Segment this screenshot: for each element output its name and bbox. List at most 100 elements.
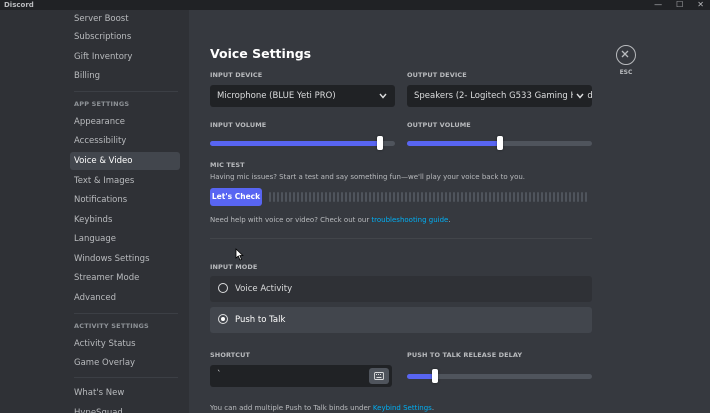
meter-bar [269,192,271,202]
meter-bar [565,192,567,202]
meter-bar [485,192,487,202]
meter-bar [545,192,547,202]
radio-label: Voice Activity [235,284,293,294]
meter-bar [437,192,439,202]
meter-bar [409,192,411,202]
sidebar-item-game-overlay[interactable]: Game Overlay [70,354,180,372]
meter-bar [577,192,579,202]
meter-bar [497,192,499,202]
input-volume-label: INPUT VOLUME [210,121,267,129]
sidebar-item-hypesquad[interactable]: HypeSquad [70,404,180,413]
sidebar-divider [74,313,178,314]
slider-handle[interactable] [431,369,438,383]
ptt-release-delay-label: PUSH TO TALK RELEASE DELAY [407,351,523,359]
meter-bar [349,192,351,202]
input-device-select[interactable]: Microphone (BLUE Yeti PRO) [210,85,395,107]
meter-bar [317,192,319,202]
esc-label: ESC [619,69,633,76]
sidebar-item-windows-settings[interactable]: Windows Settings [70,250,180,268]
sidebar-item-streamer-mode[interactable]: Streamer Mode [70,269,180,287]
lets-check-button[interactable]: Let's Check [210,188,262,206]
meter-bar [461,192,463,202]
keybind-hint-suffix: . [431,404,435,412]
sidebar-item-keybinds[interactable]: Keybinds [70,211,180,229]
meter-bar [373,192,375,202]
output-volume-label: OUTPUT VOLUME [407,121,471,129]
mouse-cursor-icon [235,248,244,261]
activity-settings-header: ACTIVITY SETTINGS [74,322,149,330]
input-mode-push-to-talk[interactable]: Push to Talk [210,307,592,333]
meter-bar [585,192,587,202]
chevron-down-icon [573,85,587,107]
meter-bar [345,192,347,202]
meter-bar [529,192,531,202]
input-mode-voice-activity[interactable]: Voice Activity [210,276,592,302]
sidebar-item-appearance[interactable]: Appearance [70,113,180,131]
meter-bar [397,192,399,202]
input-mode-label: INPUT MODE [210,263,258,271]
meter-bar [289,192,291,202]
sidebar-item-voice-video[interactable]: Voice & Video [70,152,180,170]
output-device-label: OUTPUT DEVICE [407,71,467,79]
shortcut-input[interactable]: ` [210,365,392,387]
sidebar-item-gift-inventory[interactable]: Gift Inventory [70,48,180,66]
radio-button[interactable] [218,314,228,324]
sidebar-item-whats-new[interactable]: What's New [70,384,180,402]
window-controls: — ☐ ✕ [654,0,704,10]
troubleshooting-guide-link[interactable]: troubleshooting guide [371,216,448,224]
meter-bar [501,192,503,202]
meter-bar [273,192,275,202]
settings-sidebar: Server Boost Subscriptions Gift Inventor… [0,10,189,413]
slider-handle[interactable] [496,136,503,150]
mic-level-meter [269,192,591,202]
meter-bar [417,192,419,202]
close-icon[interactable] [616,45,636,65]
meter-bar [333,192,335,202]
esc-button[interactable]: ESC [615,45,637,76]
meter-bar [493,192,495,202]
meter-bar [369,192,371,202]
voice-settings-panel: Voice Settings INPUT DEVICE OUTPUT DEVIC… [189,10,710,413]
input-volume-slider[interactable] [210,136,395,150]
meter-bar [309,192,311,202]
sidebar-item-notifications[interactable]: Notifications [70,191,180,209]
output-volume-slider[interactable] [407,136,592,150]
sidebar-item-advanced[interactable]: Advanced [70,289,180,307]
sidebar-divider [74,91,178,92]
meter-bar [513,192,515,202]
meter-bar [361,192,363,202]
help-text-prefix: Need help with voice or video? Check out… [210,216,372,224]
sidebar-item-billing[interactable]: Billing [70,67,180,85]
input-device-value: Microphone (BLUE Yeti PRO) [217,91,336,101]
meter-bar [573,192,575,202]
meter-bar [553,192,555,202]
sidebar-item-subscriptions[interactable]: Subscriptions [70,28,180,46]
slider-fill [210,141,381,146]
ptt-release-delay-slider[interactable] [407,369,592,383]
meter-bar [381,192,383,202]
sidebar-item-activity-status[interactable]: Activity Status [70,335,180,353]
keybind-settings-link[interactable]: Keybind Settings [373,404,432,412]
sidebar-item-server-boost[interactable]: Server Boost [70,10,180,28]
mic-test-description: Having mic issues? Start a test and say … [210,173,526,181]
mic-test-label: MIC TEST [210,161,245,169]
page-title: Voice Settings [210,46,312,61]
meter-bar [445,192,447,202]
keybind-hint-prefix: You can add multiple Push to Talk binds … [210,404,373,412]
minimize-icon[interactable]: — [654,0,662,10]
sidebar-item-text-images[interactable]: Text & Images [70,172,180,190]
output-device-select[interactable]: Speakers (2- Logitech G533 Gaming Headse… [407,85,592,107]
maximize-icon[interactable]: ☐ [676,0,683,10]
meter-bar [581,192,583,202]
window-close-icon[interactable]: ✕ [697,0,704,10]
slider-handle[interactable] [377,136,384,150]
radio-button[interactable] [218,283,228,293]
sidebar-item-accessibility[interactable]: Accessibility [70,132,180,150]
help-text-suffix: . [448,216,451,224]
sidebar-item-language[interactable]: Language [70,230,180,248]
chevron-down-icon [376,85,390,107]
meter-bar [285,192,287,202]
meter-bar [321,192,323,202]
keyboard-icon[interactable] [369,368,389,384]
section-divider [210,238,592,239]
